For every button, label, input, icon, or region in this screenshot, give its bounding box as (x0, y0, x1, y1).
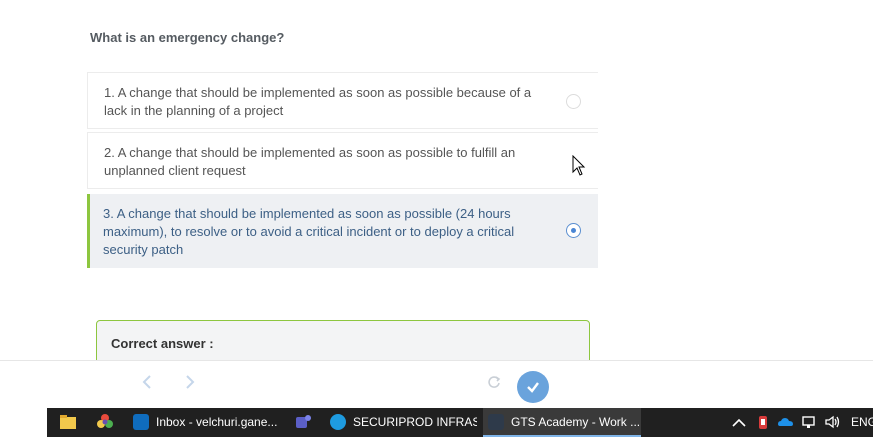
taskbar-app-edge[interactable]: SECURIPROD INFRAS... (325, 408, 477, 437)
volume-icon[interactable] (824, 413, 842, 431)
file-explorer-icon[interactable] (59, 413, 77, 431)
option-radio[interactable] (566, 94, 581, 109)
refresh-icon[interactable] (486, 375, 502, 391)
quiz-footer (0, 360, 873, 408)
teams-icon[interactable] (294, 413, 312, 431)
chevron-left-icon[interactable] (139, 375, 155, 393)
language-indicator[interactable]: ENG (851, 408, 873, 437)
answer-option-3-selected[interactable]: 3. A change that should be implemented a… (87, 194, 598, 268)
option-label: 3. A change that should be implemented a… (103, 206, 515, 257)
outlook-icon (133, 414, 149, 430)
check-icon (527, 382, 539, 393)
taskbar-app-outlook[interactable]: Inbox - velchuri.gane... (128, 408, 278, 437)
taskbar-app-label: Inbox - velchuri.gane... (156, 415, 278, 429)
taskbar-app-gts-academy[interactable]: GTS Academy - Work ... (483, 408, 641, 437)
option-label: 2. A change that should be implemented a… (104, 145, 516, 178)
answer-option-2[interactable]: 2. A change that should be implemented a… (87, 132, 598, 189)
taskbar-start-area[interactable] (0, 408, 47, 437)
gts-academy-icon (488, 414, 504, 430)
onedrive-cloud-icon[interactable] (777, 413, 795, 431)
network-icon[interactable] (801, 413, 819, 431)
app-flower-icon[interactable] (96, 413, 114, 431)
security-shield-icon[interactable] (754, 413, 772, 431)
option-radio-checked[interactable] (566, 223, 581, 238)
question-text: What is an emergency change? (90, 30, 285, 45)
chevron-up-icon[interactable] (730, 414, 748, 432)
submit-check-button[interactable] (517, 371, 549, 403)
answer-option-1[interactable]: 1. A change that should be implemented a… (87, 72, 598, 129)
taskbar-app-label: SECURIPROD INFRAS... (353, 415, 477, 429)
correct-answer-title: Correct answer : (111, 336, 214, 351)
chevron-right-icon[interactable] (182, 375, 198, 393)
option-label: 1. A change that should be implemented a… (104, 85, 532, 118)
windows-taskbar: Inbox - velchuri.gane... SECURIPROD INFR… (0, 408, 873, 437)
quiz-page: What is an emergency change? 1. A change… (0, 0, 873, 437)
taskbar-app-label: GTS Academy - Work ... (511, 415, 641, 429)
edge-icon (330, 414, 346, 430)
mouse-cursor-icon (572, 155, 586, 176)
